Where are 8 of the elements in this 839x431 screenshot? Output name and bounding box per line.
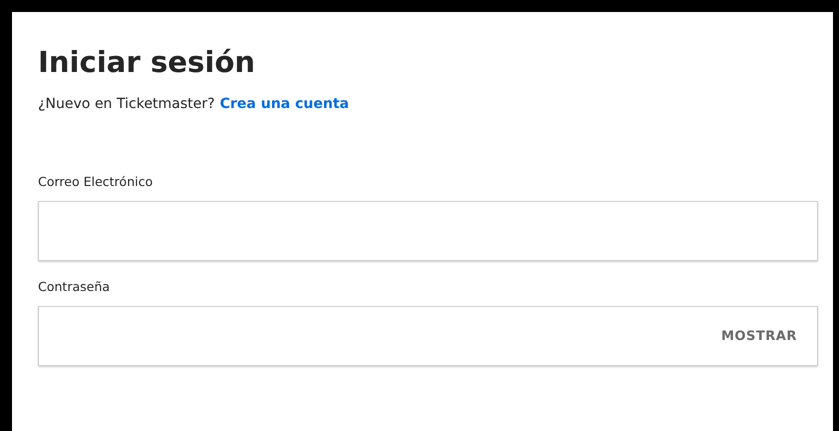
field-label: Contraseña bbox=[38, 279, 111, 294]
email-field[interactable] bbox=[38, 201, 818, 261]
page-title: Iniciar sesión bbox=[38, 44, 256, 81]
show-password-button[interactable]: MOSTRAR bbox=[721, 328, 797, 344]
password-field[interactable]: MOSTRAR bbox=[38, 306, 818, 366]
field-label: Correo Electrónico bbox=[38, 174, 154, 189]
create-account-link[interactable]: Crea una cuenta bbox=[220, 96, 349, 112]
signup-prompt: ¿Nuevo en Ticketmaster? bbox=[38, 96, 215, 112]
